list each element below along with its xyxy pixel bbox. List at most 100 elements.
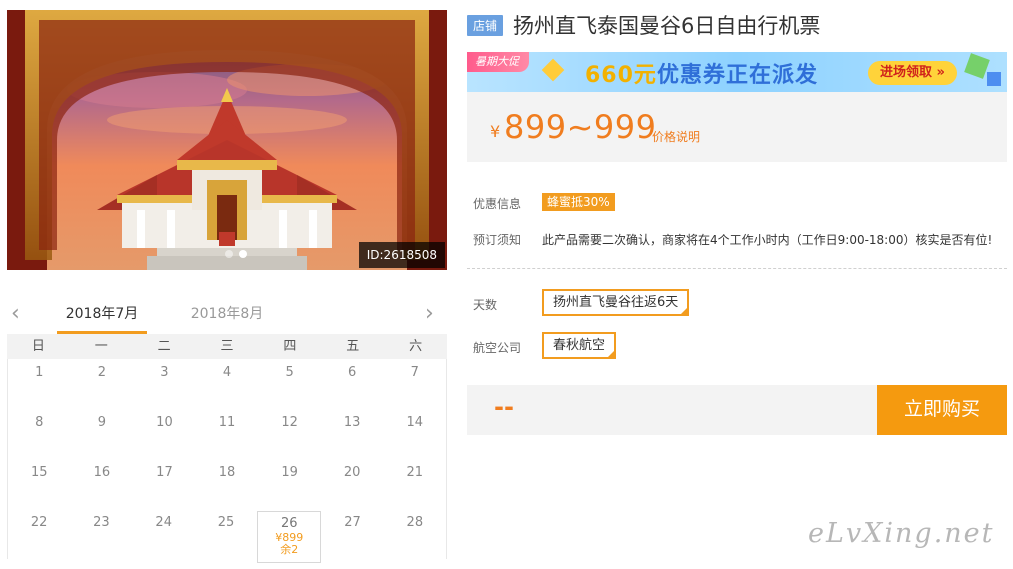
tab-month-july[interactable]: 2018年7月 — [57, 304, 147, 334]
calendar-day: 4 — [196, 359, 259, 409]
booking-notice-label: 预订须知 — [473, 233, 522, 247]
day-number: 22 — [30, 515, 48, 530]
promo-amount: 660元 — [585, 63, 657, 88]
day-number: 15 — [31, 465, 48, 480]
date-calendar: ‹ 2018年7月 2018年8月 › 日 一 二 三 四 五 六 12 3 4 5 6… — [7, 296, 447, 569]
day-number: 5 — [285, 365, 294, 380]
day-number: 7 — [410, 365, 419, 380]
calendar-day: 16 — [71, 459, 134, 509]
image-id-label: ID:2618508 — [358, 242, 445, 268]
day-number: 27 — [344, 515, 361, 530]
product-header: 店铺 扬州直飞泰国曼谷6日自由行机票 — [467, 10, 820, 40]
calendar-day: 20 — [321, 459, 384, 509]
price-range: 899~999 — [504, 108, 657, 146]
day-number: 24 — [155, 515, 172, 530]
promo-message: 优惠券正在派发 — [656, 63, 818, 88]
promo-tag: 暑期大促 — [467, 52, 529, 72]
day-number: 8 — [35, 415, 44, 430]
total-price: -- — [494, 393, 514, 421]
calendar-week-row: 22 23 24 25 26 ¥899 余2 27 28 — [8, 509, 446, 563]
calendar-day: 12 — [258, 409, 321, 459]
day-number: 17 — [156, 465, 173, 480]
days-option[interactable]: 扬州直飞曼谷往返6天 ✓ — [542, 289, 690, 316]
airline-option[interactable]: 春秋航空 ✓ — [542, 332, 617, 359]
product-title: 扬州直飞泰国曼谷6日自由行机票 — [513, 14, 821, 38]
tab-month-august[interactable]: 2018年8月 — [182, 304, 272, 334]
day-number: 2 — [97, 365, 106, 380]
day-number: 25 — [217, 515, 235, 530]
calendar-day-available[interactable]: 26 ¥899 余2 — [257, 511, 322, 563]
day-number: 3 — [160, 365, 169, 380]
divider — [467, 268, 1007, 269]
day-number: 10 — [156, 415, 173, 430]
calendar-week-row: 8 9 10 11 12 13 14 — [8, 409, 446, 459]
discount-info: 蜂蜜抵30% — [542, 193, 615, 211]
calendar-grid: 1 2 3 4 5 6 7 8 9 10 11 12 13 14 15 16 17 18 19 20 21 22 23 24 2… — [7, 359, 447, 563]
day-number: 12 — [281, 415, 298, 430]
calendar-day: 11 — [196, 409, 259, 459]
day-number: 18 — [218, 465, 236, 480]
price-panel: ¥ 899~999 价格说明 — [467, 92, 1007, 162]
day-number: 11 — [218, 415, 236, 430]
days-option-label: 扬州直飞曼谷往返6天 — [553, 295, 679, 310]
calendar-day: 21 — [383, 459, 446, 509]
chevron-right-icon[interactable]: › — [425, 303, 443, 325]
calendar-day: 7 — [383, 359, 446, 409]
day-number: 21 — [406, 465, 424, 480]
airline-option-label: 春秋航空 — [553, 338, 606, 353]
temple-illustration — [7, 10, 447, 270]
discount-label: 优惠信息 — [473, 197, 522, 211]
decoration-shape — [987, 72, 1001, 86]
calendar-day: 17 — [133, 459, 196, 509]
day-number: 14 — [406, 415, 424, 430]
promo-text: 660元优惠券正在派发 — [585, 57, 818, 89]
weekday-label: 日 — [31, 339, 45, 354]
calendar-day: 14 — [383, 409, 446, 459]
weekday-label: 三 — [220, 339, 234, 354]
days-label: 天数 — [473, 298, 498, 312]
weekday-label: 二 — [157, 339, 171, 354]
calendar-day: 5 — [258, 359, 321, 409]
calendar-day: 9 — [71, 409, 134, 459]
day-number: 13 — [343, 415, 361, 430]
weekday-label: 六 — [409, 339, 423, 354]
calendar-day: 10 — [133, 409, 196, 459]
chevron-left-icon[interactable]: ‹ — [11, 303, 29, 325]
weekday-label: 四 — [283, 339, 297, 354]
booking-notice-text: 此产品需要二次确认，商家将在4个工作小时内（工作日9:00-18:00）核实是否… — [542, 233, 993, 247]
calendar-day: 27 — [321, 509, 383, 559]
day-number: 28 — [406, 515, 424, 530]
calendar-day: 6 — [321, 359, 384, 409]
airline-label: 航空公司 — [473, 341, 522, 355]
buy-now-button[interactable]: 立即购买 — [877, 385, 1007, 435]
weekday-label: 五 — [346, 339, 360, 354]
calendar-day: 28 — [384, 509, 446, 559]
price-note-link[interactable]: 价格说明 — [652, 128, 700, 145]
shop-tag[interactable]: 店铺 — [467, 14, 504, 36]
carousel-dots — [225, 250, 247, 258]
promo-banner[interactable]: 暑期大促 660元优惠券正在派发 进场领取 » — [467, 52, 1007, 92]
calendar-day: 22 — [8, 509, 70, 559]
calendar-day: 23 — [70, 509, 132, 559]
weekday-label: 一 — [94, 339, 108, 354]
carousel-dot[interactable] — [225, 250, 233, 258]
calendar-day: 2 — [71, 359, 134, 409]
calendar-day: 8 — [8, 409, 71, 459]
product-image[interactable]: ID:2618508 — [7, 10, 447, 270]
check-icon: ✓ — [682, 301, 689, 309]
day-number: 9 — [97, 415, 106, 430]
calendar-week-row: 15 16 17 18 19 20 21 — [8, 459, 446, 509]
seats-left: 余2 — [280, 543, 299, 556]
calendar-day: 19 — [258, 459, 321, 509]
day-number: 4 — [222, 365, 232, 380]
check-icon: ✓ — [609, 344, 616, 352]
day-number: 26 — [280, 516, 298, 531]
currency-symbol: ¥ — [490, 122, 501, 141]
calendar-weekday-header: 日 一 二 三 四 五 六 — [7, 334, 447, 359]
day-number: 16 — [93, 465, 111, 480]
discount-badge: 蜂蜜抵30% — [542, 193, 615, 211]
calendar-day: 13 — [321, 409, 384, 459]
watermark-logo: eLvXing.net — [808, 518, 995, 549]
claim-coupon-button[interactable]: 进场领取 » — [868, 61, 957, 85]
carousel-dot-active[interactable] — [239, 250, 247, 258]
